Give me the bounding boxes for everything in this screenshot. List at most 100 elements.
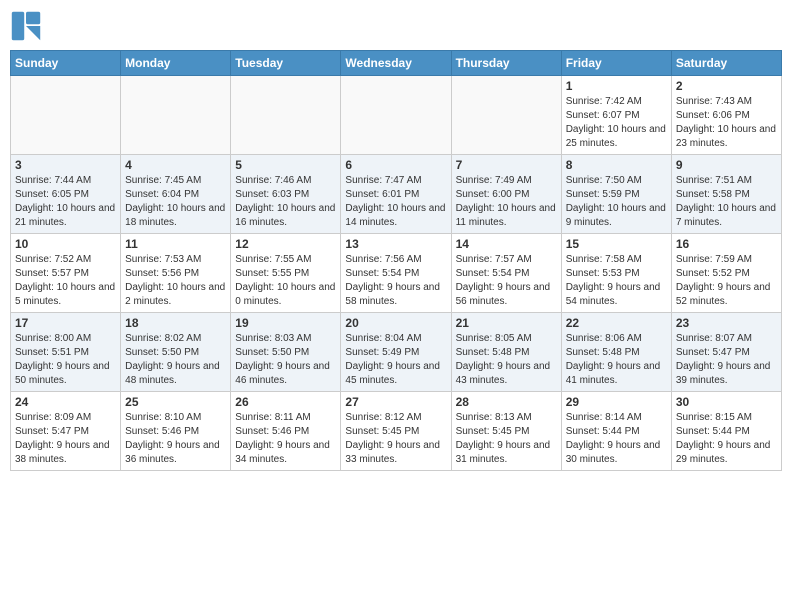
day-info: Sunrise: 7:46 AM Sunset: 6:03 PM Dayligh…: [235, 174, 336, 230]
day-number: 19: [235, 316, 336, 330]
calendar-cell: 26 Sunrise: 8:11 AM Sunset: 5:46 PM Dayli…: [231, 392, 341, 471]
calendar: SundayMondayTuesdayWednesdayThursdayFrid…: [10, 50, 782, 471]
day-info: Sunrise: 8:13 AM Sunset: 5:45 PM Dayligh…: [456, 411, 557, 467]
calendar-cell: 13 Sunrise: 7:56 AM Sunset: 5:54 PM Dayli…: [341, 234, 451, 313]
day-number: 9: [676, 158, 777, 172]
day-number: 7: [456, 158, 557, 172]
calendar-cell: 25 Sunrise: 8:10 AM Sunset: 5:46 PM Dayli…: [121, 392, 231, 471]
calendar-cell: 6 Sunrise: 7:47 AM Sunset: 6:01 PM Daylig…: [341, 155, 451, 234]
day-info: Sunrise: 7:43 AM Sunset: 6:06 PM Dayligh…: [676, 95, 777, 151]
day-number: 24: [15, 395, 116, 409]
day-of-week-header: Monday: [121, 51, 231, 76]
calendar-cell: 10 Sunrise: 7:52 AM Sunset: 5:57 PM Dayli…: [11, 234, 121, 313]
day-info: Sunrise: 8:06 AM Sunset: 5:48 PM Dayligh…: [566, 332, 667, 388]
day-of-week-header: Saturday: [671, 51, 781, 76]
day-number: 12: [235, 237, 336, 251]
day-of-week-header: Tuesday: [231, 51, 341, 76]
day-info: Sunrise: 8:11 AM Sunset: 5:46 PM Dayligh…: [235, 411, 336, 467]
logo-icon: [10, 10, 42, 42]
day-number: 28: [456, 395, 557, 409]
day-number: 30: [676, 395, 777, 409]
day-number: 27: [345, 395, 446, 409]
day-number: 2: [676, 79, 777, 93]
logo: [10, 10, 46, 42]
day-info: Sunrise: 8:12 AM Sunset: 5:45 PM Dayligh…: [345, 411, 446, 467]
day-number: 13: [345, 237, 446, 251]
calendar-cell: 17 Sunrise: 8:00 AM Sunset: 5:51 PM Dayli…: [11, 313, 121, 392]
day-info: Sunrise: 7:47 AM Sunset: 6:01 PM Dayligh…: [345, 174, 446, 230]
calendar-week-row: 10 Sunrise: 7:52 AM Sunset: 5:57 PM Dayli…: [11, 234, 782, 313]
calendar-cell: [231, 76, 341, 155]
calendar-week-row: 1Sunrise: 7:42 AM Sunset: 6:07 PM Daylig…: [11, 76, 782, 155]
day-number: 17: [15, 316, 116, 330]
day-number: 20: [345, 316, 446, 330]
calendar-cell: 18 Sunrise: 8:02 AM Sunset: 5:50 PM Dayli…: [121, 313, 231, 392]
calendar-week-row: 24 Sunrise: 8:09 AM Sunset: 5:47 PM Dayli…: [11, 392, 782, 471]
day-number: 26: [235, 395, 336, 409]
calendar-cell: [121, 76, 231, 155]
day-info: Sunrise: 7:58 AM Sunset: 5:53 PM Dayligh…: [566, 253, 667, 309]
day-info: Sunrise: 8:05 AM Sunset: 5:48 PM Dayligh…: [456, 332, 557, 388]
day-number: 22: [566, 316, 667, 330]
calendar-cell: 5 Sunrise: 7:46 AM Sunset: 6:03 PM Daylig…: [231, 155, 341, 234]
calendar-cell: 20 Sunrise: 8:04 AM Sunset: 5:49 PM Dayli…: [341, 313, 451, 392]
day-number: 14: [456, 237, 557, 251]
calendar-cell: 7 Sunrise: 7:49 AM Sunset: 6:00 PM Daylig…: [451, 155, 561, 234]
day-info: Sunrise: 7:56 AM Sunset: 5:54 PM Dayligh…: [345, 253, 446, 309]
calendar-cell: 24 Sunrise: 8:09 AM Sunset: 5:47 PM Dayli…: [11, 392, 121, 471]
day-number: 29: [566, 395, 667, 409]
calendar-cell: 14 Sunrise: 7:57 AM Sunset: 5:54 PM Dayli…: [451, 234, 561, 313]
day-info: Sunrise: 7:57 AM Sunset: 5:54 PM Dayligh…: [456, 253, 557, 309]
calendar-cell: 8 Sunrise: 7:50 AM Sunset: 5:59 PM Daylig…: [561, 155, 671, 234]
day-info: Sunrise: 7:42 AM Sunset: 6:07 PM Dayligh…: [566, 95, 667, 151]
day-info: Sunrise: 8:15 AM Sunset: 5:44 PM Dayligh…: [676, 411, 777, 467]
calendar-cell: 16 Sunrise: 7:59 AM Sunset: 5:52 PM Dayli…: [671, 234, 781, 313]
day-number: 3: [15, 158, 116, 172]
day-number: 5: [235, 158, 336, 172]
day-number: 10: [15, 237, 116, 251]
day-info: Sunrise: 7:59 AM Sunset: 5:52 PM Dayligh…: [676, 253, 777, 309]
calendar-week-row: 17 Sunrise: 8:00 AM Sunset: 5:51 PM Dayli…: [11, 313, 782, 392]
page-header: [10, 10, 782, 42]
day-number: 25: [125, 395, 226, 409]
day-info: Sunrise: 8:09 AM Sunset: 5:47 PM Dayligh…: [15, 411, 116, 467]
calendar-cell: 19 Sunrise: 8:03 AM Sunset: 5:50 PM Dayli…: [231, 313, 341, 392]
day-info: Sunrise: 7:52 AM Sunset: 5:57 PM Dayligh…: [15, 253, 116, 309]
calendar-cell: [451, 76, 561, 155]
day-number: 8: [566, 158, 667, 172]
day-info: Sunrise: 7:53 AM Sunset: 5:56 PM Dayligh…: [125, 253, 226, 309]
day-info: Sunrise: 8:07 AM Sunset: 5:47 PM Dayligh…: [676, 332, 777, 388]
calendar-cell: 23Sunrise: 8:07 AM Sunset: 5:47 PM Dayli…: [671, 313, 781, 392]
day-info: Sunrise: 7:50 AM Sunset: 5:59 PM Dayligh…: [566, 174, 667, 230]
day-number: 16: [676, 237, 777, 251]
calendar-cell: 3 Sunrise: 7:44 AM Sunset: 6:05 PM Daylig…: [11, 155, 121, 234]
day-of-week-header: Sunday: [11, 51, 121, 76]
calendar-cell: 2 Sunrise: 7:43 AM Sunset: 6:06 PM Daylig…: [671, 76, 781, 155]
day-number: 18: [125, 316, 226, 330]
day-info: Sunrise: 8:14 AM Sunset: 5:44 PM Dayligh…: [566, 411, 667, 467]
calendar-cell: 11Sunrise: 7:53 AM Sunset: 5:56 PM Dayli…: [121, 234, 231, 313]
calendar-cell: 27 Sunrise: 8:12 AM Sunset: 5:45 PM Dayli…: [341, 392, 451, 471]
calendar-cell: 15 Sunrise: 7:58 AM Sunset: 5:53 PM Dayli…: [561, 234, 671, 313]
day-number: 4: [125, 158, 226, 172]
day-of-week-header: Friday: [561, 51, 671, 76]
day-info: Sunrise: 7:44 AM Sunset: 6:05 PM Dayligh…: [15, 174, 116, 230]
calendar-cell: 9 Sunrise: 7:51 AM Sunset: 5:58 PM Daylig…: [671, 155, 781, 234]
calendar-week-row: 3 Sunrise: 7:44 AM Sunset: 6:05 PM Daylig…: [11, 155, 782, 234]
day-info: Sunrise: 8:00 AM Sunset: 5:51 PM Dayligh…: [15, 332, 116, 388]
calendar-cell: 21Sunrise: 8:05 AM Sunset: 5:48 PM Dayli…: [451, 313, 561, 392]
day-of-week-header: Wednesday: [341, 51, 451, 76]
calendar-cell: 12 Sunrise: 7:55 AM Sunset: 5:55 PM Dayli…: [231, 234, 341, 313]
day-info: Sunrise: 8:03 AM Sunset: 5:50 PM Dayligh…: [235, 332, 336, 388]
day-info: Sunrise: 8:02 AM Sunset: 5:50 PM Dayligh…: [125, 332, 226, 388]
day-number: 6: [345, 158, 446, 172]
day-info: Sunrise: 8:10 AM Sunset: 5:46 PM Dayligh…: [125, 411, 226, 467]
day-info: Sunrise: 7:51 AM Sunset: 5:58 PM Dayligh…: [676, 174, 777, 230]
day-number: 15: [566, 237, 667, 251]
calendar-cell: 22 Sunrise: 8:06 AM Sunset: 5:48 PM Dayli…: [561, 313, 671, 392]
calendar-cell: 29 Sunrise: 8:14 AM Sunset: 5:44 PM Dayli…: [561, 392, 671, 471]
day-info: Sunrise: 8:04 AM Sunset: 5:49 PM Dayligh…: [345, 332, 446, 388]
calendar-cell: 28 Sunrise: 8:13 AM Sunset: 5:45 PM Dayli…: [451, 392, 561, 471]
day-info: Sunrise: 7:55 AM Sunset: 5:55 PM Dayligh…: [235, 253, 336, 309]
day-info: Sunrise: 7:49 AM Sunset: 6:00 PM Dayligh…: [456, 174, 557, 230]
